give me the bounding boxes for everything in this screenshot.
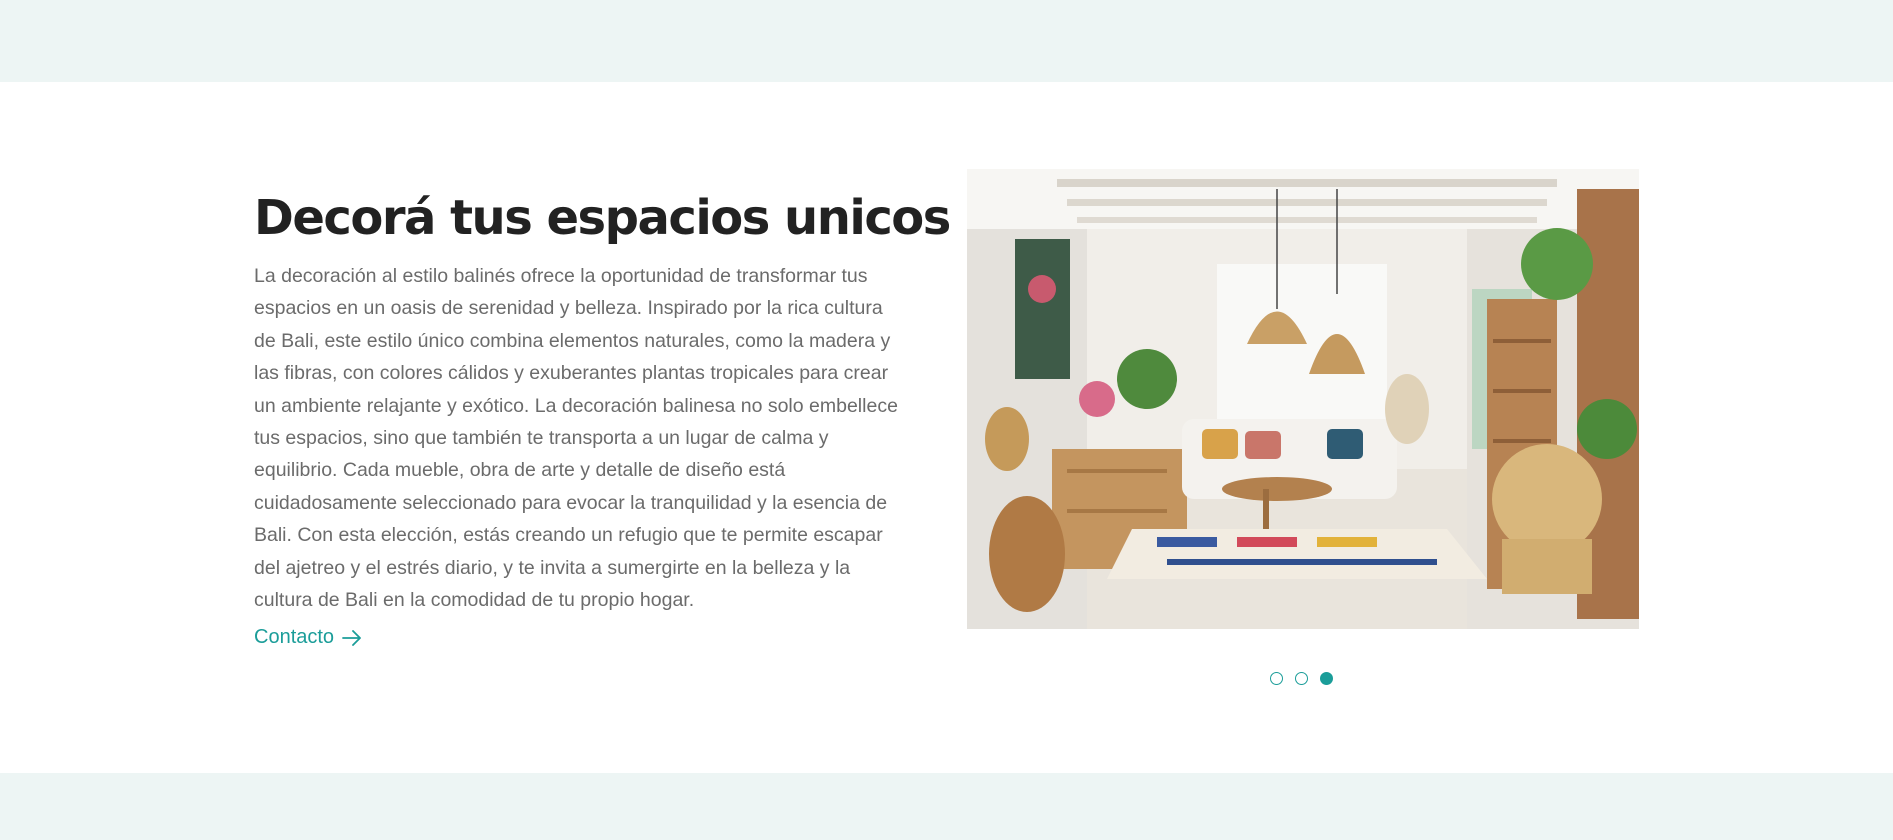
contact-link[interactable]: Contacto xyxy=(254,626,362,649)
carousel-dot-2[interactable] xyxy=(1295,672,1308,685)
content-column: Decorá tus espacios unicos La decoración… xyxy=(254,188,951,649)
bottom-band xyxy=(0,773,1893,840)
top-band xyxy=(0,0,1893,82)
section-title: Decorá tus espacios unicos xyxy=(254,190,951,246)
carousel-pagination xyxy=(1270,672,1333,685)
carousel-dot-1[interactable] xyxy=(1270,672,1283,685)
arrow-right-icon xyxy=(342,630,361,646)
gallery-image xyxy=(967,169,1639,629)
image-carousel[interactable] xyxy=(967,169,1639,629)
contact-link-label: Contacto xyxy=(254,626,335,649)
section-body: La decoración al estilo balinés ofrece l… xyxy=(254,265,898,612)
carousel-dot-3[interactable] xyxy=(1320,672,1333,685)
